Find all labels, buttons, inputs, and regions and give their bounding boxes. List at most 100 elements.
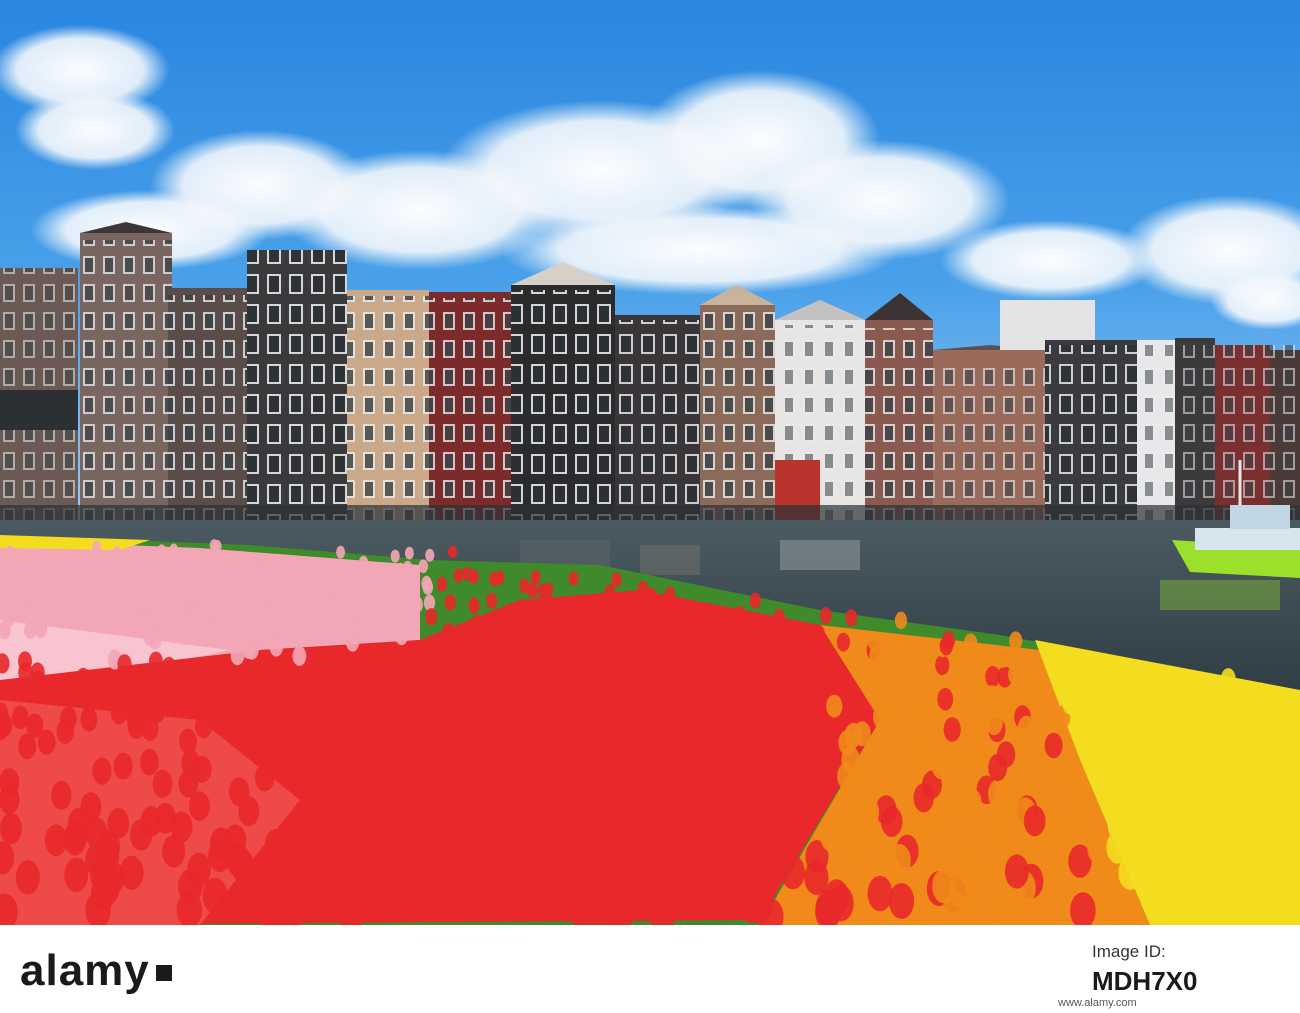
tulip-bloom [1074,787,1096,818]
tulip-bloom [281,581,292,598]
tulip-bloom [77,549,87,563]
tulip-bloom [3,609,16,627]
tulip-bloom [932,794,954,825]
tulip-bloom [967,745,986,773]
tulip-bloom [117,571,128,587]
watermark-id-label: Image ID: [1092,942,1166,961]
tulip-bloom [858,797,880,828]
tulip-bloom [576,806,598,838]
tulip-bloom [604,644,619,665]
tulip-bloom [497,670,513,692]
tulip-bloom [205,602,218,620]
tulip-bloom [1064,763,1084,792]
tulip-bloom [378,613,391,631]
tulip-bloom [197,589,209,606]
tulip-bloom [141,716,159,741]
tulip-bloom [542,883,568,921]
tulip-bloom [13,549,23,563]
tulip-bloom [996,741,1016,768]
tulip-bloom [604,584,616,600]
tulip-bloom [453,568,464,583]
tulip-bloom [867,632,882,652]
tulip-bloom [328,747,347,775]
tulip-bloom [417,723,436,749]
tulip-bloom [0,768,20,797]
tulip-bloom [397,839,421,873]
tulip-bloom [964,633,978,653]
tulip-bloom [155,581,166,597]
tulip-bloom [230,600,242,618]
tulip-bloom [905,741,924,768]
tulip-bloom [461,629,475,649]
tulip-bloom [34,619,48,638]
tulip-bloom [943,717,961,742]
tulip-bloom [346,632,360,652]
tulip-bloom [187,657,202,679]
tulip-bloom [138,664,154,686]
tulip-bloom [134,586,145,602]
tulip-bloom [1,573,12,589]
tulip-bloom [135,613,148,631]
tulip-bloom [202,877,228,914]
tulip-bloom [231,877,257,913]
tulip-bloom [54,562,65,577]
tulip-bloom [170,811,193,843]
tulip-bloom [626,884,653,921]
tulip-bloom [700,623,714,643]
tulip-bloom [241,639,256,659]
tulip-bloom [417,793,439,823]
tulip-bloom [1030,690,1046,714]
tulip-bloom [909,701,927,725]
tulip-bloom [1073,650,1088,671]
tulip-bloom [313,774,334,803]
tulip-bloom [180,548,190,562]
tulip-bloom [894,611,908,630]
tulip-bloom [862,667,878,689]
tulip-bloom [293,737,312,764]
tulip-bloom [811,760,831,788]
tulip-bloom [489,571,500,587]
tulip-bloom [413,668,429,690]
tulip-bloom [268,587,280,604]
tulip-bloom [677,725,695,751]
tulip-bloom [850,825,873,859]
tulip-bloom [755,816,778,849]
tulip-bloom [157,544,167,558]
tulip-bloom [80,707,98,732]
tulip-bloom [873,705,890,729]
tulip-bloom [996,687,1012,711]
tulip-bloom [637,580,649,597]
tulip-bloom [376,770,397,799]
tulip-bloom [537,583,549,600]
tulip-bloom [538,651,552,672]
tulip-bloom [596,882,622,919]
watermark-logo: alamy [20,946,172,996]
tulip-bloom [438,681,455,704]
tulip-bloom [961,787,982,818]
tulip-bloom [395,626,408,646]
tulip-bloom [269,637,283,657]
tulip-bloom [436,576,448,592]
tulip-bloom [1123,674,1139,696]
tulip-bloom [312,557,322,571]
tulip-bloom [449,664,465,686]
tulip-bloom [487,826,510,859]
tulip-bloom [282,665,298,687]
tulip-bloom [1127,746,1146,773]
tulip-bloom [285,693,302,717]
tulip-bloom [44,551,54,565]
tulip-bloom [26,593,38,610]
tulip-bloom [35,549,46,563]
tulip-bloom [291,584,302,600]
tulip-bloom [985,711,1003,736]
tulip-bloom [195,713,212,739]
tulip-bloom [426,660,442,682]
tulip-bloom [561,701,579,726]
tulip-bloom [423,594,436,611]
tulip-bloom [119,855,144,890]
tulip-bloom [300,882,326,919]
tulip-bloom [448,545,457,559]
tulip-bloom [403,870,428,907]
tulip-bloom [474,791,496,821]
tulip-bloom [247,659,262,680]
